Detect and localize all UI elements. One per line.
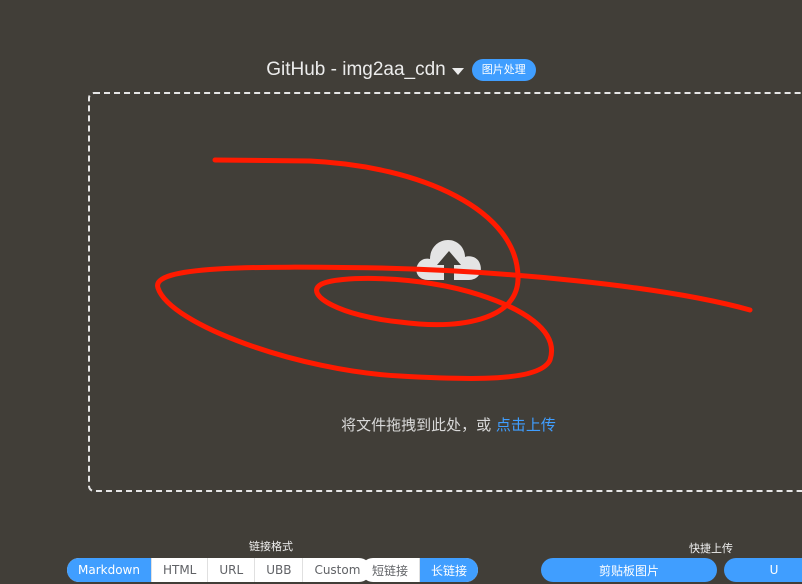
quick-upload-label: 快捷上传 (689, 542, 733, 555)
link-format-group: Markdown HTML URL UBB Custom (67, 558, 372, 582)
drop-text: 将文件拖拽到此处，或 (341, 416, 492, 434)
format-ubb[interactable]: UBB (255, 558, 304, 582)
cloud-upload-icon (416, 240, 481, 280)
url-upload-button[interactable]: U (724, 558, 802, 582)
link-format-label: 链接格式 (249, 540, 293, 553)
long-link-option[interactable]: 长链接 (420, 558, 479, 582)
drop-instructions: 将文件拖拽到此处，或 点击上传 (0, 414, 802, 435)
click-upload-link[interactable]: 点击上传 (496, 416, 556, 434)
picbed-title: GitHub - img2aa_cdn (266, 59, 446, 80)
format-html[interactable]: HTML (152, 558, 209, 582)
format-url[interactable]: URL (208, 558, 256, 582)
short-link-option[interactable]: 短链接 (361, 558, 421, 582)
caret-down-icon (451, 67, 464, 75)
image-process-button[interactable]: 图片处理 (471, 59, 536, 81)
header: GitHub - img2aa_cdn 图片处理 (0, 56, 802, 84)
format-markdown[interactable]: Markdown (67, 558, 152, 582)
picbed-selector[interactable]: GitHub - img2aa_cdn (266, 59, 464, 81)
link-length-group: 短链接 长链接 (361, 558, 479, 582)
clipboard-upload-button[interactable]: 剪贴板图片 (541, 558, 717, 582)
